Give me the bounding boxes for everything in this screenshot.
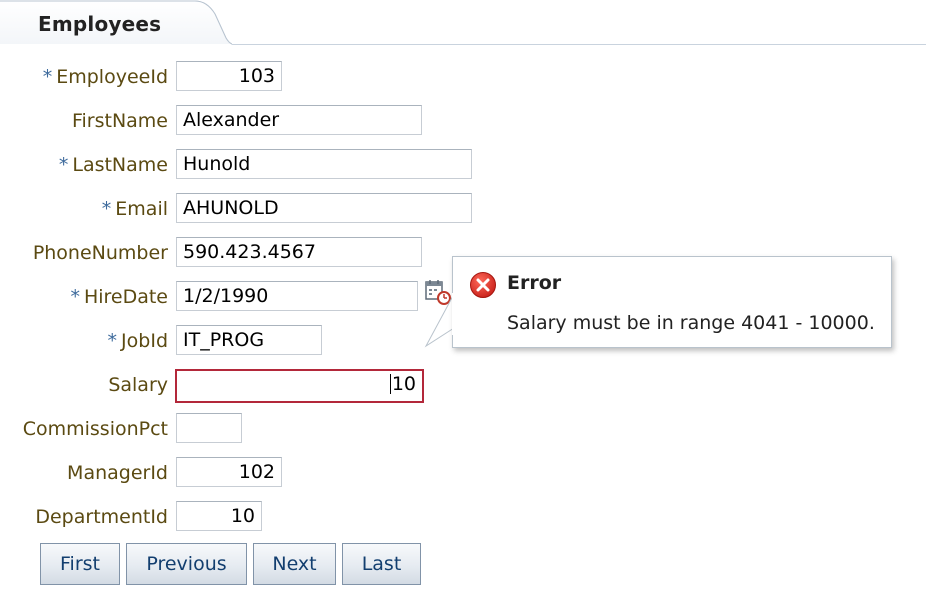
tab-bar: Employees xyxy=(0,0,926,46)
next-button[interactable]: Next xyxy=(253,543,336,585)
department-id-input[interactable]: 10 xyxy=(176,501,262,531)
last-button[interactable]: Last xyxy=(342,543,421,585)
commission-pct-label: CommissionPct xyxy=(22,418,168,440)
tab-employees[interactable]: Employees xyxy=(0,0,232,45)
employee-id-label: * EmployeeId xyxy=(42,66,168,88)
phone-number-row: PhoneNumber 590.423.4567 xyxy=(0,236,480,270)
first-name-input[interactable]: Alexander xyxy=(176,105,422,135)
last-name-input[interactable]: Hunold xyxy=(176,149,472,179)
phone-number-label: PhoneNumber xyxy=(32,242,168,264)
salary-row: Salary 10 xyxy=(0,368,480,403)
manager-id-label: ManagerId xyxy=(67,462,168,484)
email-row: * Email AHUNOLD xyxy=(0,192,480,226)
email-label: * Email xyxy=(101,198,168,220)
employee-id-input[interactable]: 103 xyxy=(176,61,282,91)
salary-input[interactable]: 10 xyxy=(175,369,424,403)
error-message: Salary must be in range 4041 - 10000. xyxy=(507,312,875,334)
first-name-label: FirstName xyxy=(71,110,168,132)
department-id-row: DepartmentId 10 xyxy=(0,500,480,534)
error-popup: Error Salary must be in range 4041 - 100… xyxy=(452,256,892,348)
error-x-icon xyxy=(470,272,496,298)
salary-value: 10 xyxy=(391,373,416,395)
department-id-label: DepartmentId xyxy=(35,506,168,528)
job-id-label: * JobId xyxy=(107,330,168,352)
hire-date-input[interactable]: 1/2/1990 xyxy=(176,281,418,311)
text-caret xyxy=(389,373,391,394)
employee-id-row: * EmployeeId 103 xyxy=(0,60,480,94)
required-marker: * xyxy=(42,66,53,88)
previous-button[interactable]: Previous xyxy=(126,543,247,585)
required-marker: * xyxy=(70,286,80,308)
manager-id-row: ManagerId 102 xyxy=(0,456,480,490)
required-marker: * xyxy=(58,154,69,176)
salary-label: Salary xyxy=(108,374,168,396)
tab-divider xyxy=(232,44,926,45)
required-marker: * xyxy=(107,330,118,352)
hire-date-row: * HireDate 1/2/1990 xyxy=(0,280,480,314)
popup-pointer-join xyxy=(452,293,454,335)
job-id-input[interactable]: IT_PROG xyxy=(176,325,322,355)
job-id-row: * JobId IT_PROG xyxy=(0,324,480,358)
last-name-label: * LastName xyxy=(58,154,168,176)
email-input[interactable]: AHUNOLD xyxy=(176,193,472,223)
first-name-row: FirstName Alexander xyxy=(0,104,480,138)
phone-number-input[interactable]: 590.423.4567 xyxy=(176,237,422,267)
tab-title: Employees xyxy=(38,12,162,36)
last-name-row: * LastName Hunold xyxy=(0,148,480,182)
manager-id-input[interactable]: 102 xyxy=(176,457,282,487)
commission-pct-row: CommissionPct xyxy=(0,412,480,446)
required-marker: * xyxy=(101,198,112,220)
hire-date-label: * HireDate xyxy=(70,286,168,308)
error-title: Error xyxy=(507,272,562,294)
commission-pct-input[interactable] xyxy=(176,413,242,443)
first-button[interactable]: First xyxy=(40,543,120,585)
